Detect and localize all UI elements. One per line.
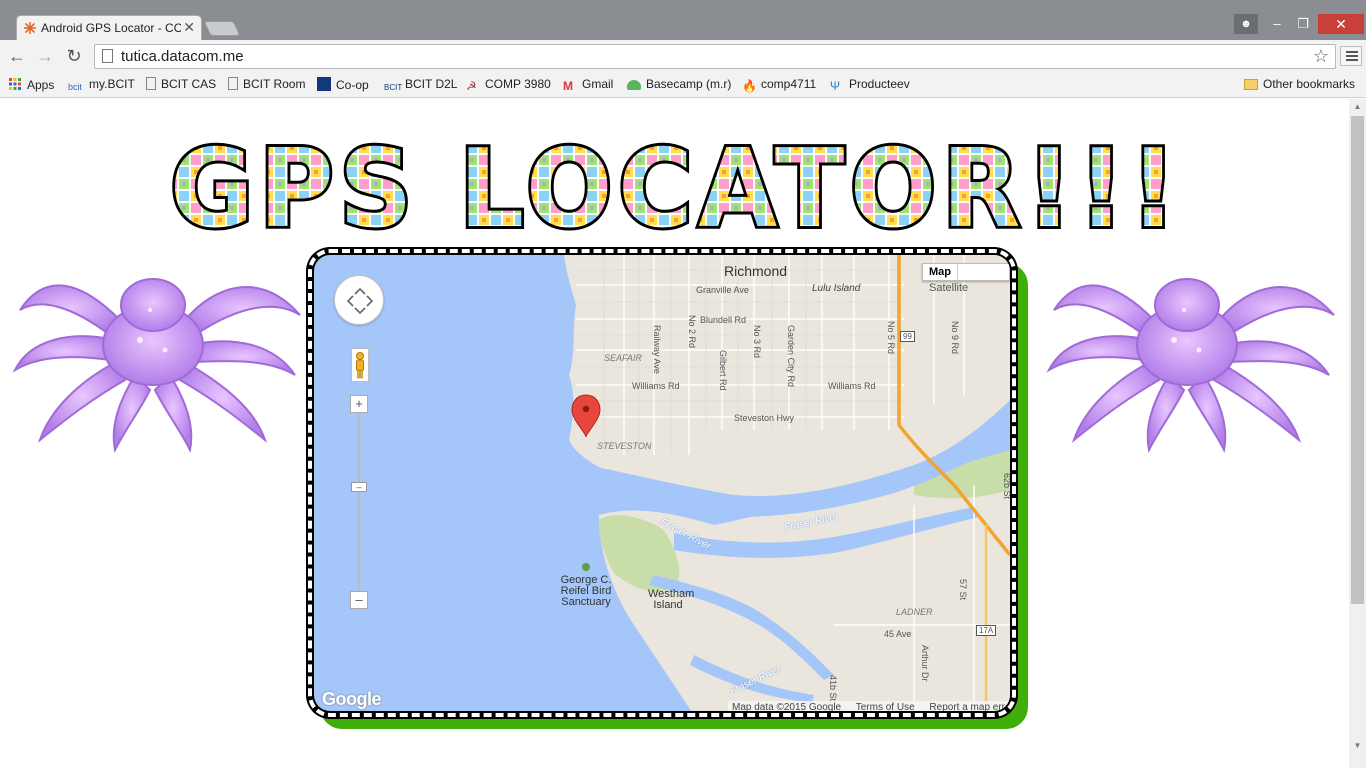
basecamp-icon [627,80,641,90]
gmail-icon: M [563,79,573,93]
map-attribution: Map data ©2015 Google Terms of Use Repor… [728,701,1010,711]
map-data-text: Map data ©2015 Google [732,702,842,711]
google-logo[interactable]: Google [322,689,382,710]
map-label: Blundell Rd [700,315,747,325]
map-type-map-button[interactable]: Map [923,264,958,280]
map-label: Lulu Island [812,283,861,294]
bookmark-star-icon[interactable]: ☆ [1313,46,1329,67]
purple-spider-left-image [10,250,306,456]
bookmark-basecamp[interactable]: Basecamp (m.r) [627,77,731,91]
bcit-icon: BCIT [384,83,403,92]
bookmarks-bar: Apps bcit my.BCIT BCIT CAS BCIT Room Co-o… [0,72,1366,98]
bookmark-other[interactable]: Other bookmarks [1244,77,1355,91]
map-label: Westham Island [648,588,695,611]
highway-99-shield-icon: 99 [900,331,915,342]
zoom-slider-track[interactable] [358,413,360,591]
map-label: Railway Ave [652,325,662,374]
map-frame: Richmond Lulu Island Granville Ave Blund… [308,249,1016,717]
pan-control[interactable] [334,275,384,325]
map-label: 57 St [958,579,968,601]
url-text[interactable]: tutica.datacom.me [121,48,244,65]
folder-icon [1244,79,1258,90]
user-profile-icon[interactable]: ☻ [1234,14,1258,34]
page-icon [102,49,113,63]
zoom-slider-handle[interactable]: – [351,482,367,492]
street-view-pegman-icon[interactable] [351,348,369,382]
zoom-out-button[interactable]: – [350,591,368,609]
map-label: Steveston Hwy [734,413,795,423]
hammer-sickle-icon: ☭ [466,79,477,93]
map-label: 45 Ave [884,629,912,639]
page-scrollbar[interactable]: ▲ ▼ [1349,99,1366,768]
page-title: GPS LOCATOR!!! [166,124,1186,255]
map-label: No 2 Rd [687,315,697,349]
bookmark-mybcit[interactable]: bcit my.BCIT [68,77,135,96]
map-label: 41b St [828,675,838,702]
tab-title: Android GPS Locator - CO [41,21,181,35]
scroll-down-arrow-icon[interactable]: ▼ [1349,738,1366,754]
bookmark-bcit-room[interactable]: BCIT Room [228,77,305,91]
back-arrow-icon[interactable]: ← [6,46,28,66]
map-label: Williams Rd [632,381,680,391]
google-map[interactable]: Richmond Lulu Island Granville Ave Blund… [314,255,1010,711]
pan-arrows-icon [346,287,374,315]
zoom-in-button[interactable]: + [350,395,368,413]
bcit-icon: bcit [68,82,83,92]
chrome-menu-icon[interactable] [1340,46,1362,66]
map-label: No 9 Rd [950,321,960,355]
map-label: LADNER [896,607,933,617]
scroll-up-arrow-icon[interactable]: ▲ [1349,99,1366,115]
bookmark-coop[interactable]: Co-op [317,77,369,92]
map-canvas[interactable] [314,255,1010,711]
map-label: Granville Ave [696,285,749,295]
address-bar[interactable]: tutica.datacom.me ☆ [94,44,1336,69]
scroll-thumb[interactable] [1351,116,1364,604]
flame-icon: 🔥 [742,79,757,93]
page-icon [146,77,156,90]
map-label: George C. Reifel Bird Sanctuary [560,574,612,608]
map-label: Williams Rd [828,381,876,391]
spider-icon [1046,278,1335,454]
tab-strip: Android GPS Locator - CO ✕ ☻ – ❐ ✕ [0,0,1366,40]
producteev-icon: Ψ [830,79,841,93]
map-type-satellite-button[interactable]: Satellite [923,280,974,296]
highway-17a-shield-icon: 17A [976,625,997,636]
tab-close-icon[interactable]: ✕ [183,19,195,36]
new-tab-button[interactable] [203,21,241,36]
bookmark-comp4711[interactable]: 🔥 comp4711 [742,77,816,93]
title-text: GPS LOCATOR!!! [170,142,1182,234]
browser-tab[interactable]: Android GPS Locator - CO ✕ [16,15,202,40]
page-icon [228,77,238,90]
sunburst-favicon-icon [24,22,36,34]
bookmark-gmail[interactable]: M Gmail [563,77,613,93]
map-label: No 5 Rd [886,321,896,355]
bookmark-bcit-cas[interactable]: BCIT CAS [146,77,216,91]
map-type-control: MapSatellite [922,263,1010,294]
spider-icon [12,278,301,454]
title-banner: GPS LOCATOR!!! [167,124,1182,255]
map-label: Arthur Dr [920,645,930,682]
map-label: Richmond [724,263,788,279]
apps-grid-icon [9,78,21,90]
window-close-icon[interactable]: ✕ [1318,14,1364,34]
restore-icon[interactable]: ❐ [1290,14,1316,34]
bookmark-producteev[interactable]: Ψ Producteev [830,77,910,93]
minimize-icon[interactable]: – [1264,14,1290,34]
map-label: STEVESTON [597,441,652,451]
bookmark-apps[interactable]: Apps [8,77,54,92]
bcit-logo-icon [317,77,331,91]
map-label: Garden City Rd [786,325,796,388]
map-label: Gilbert Rd [718,350,728,391]
map-label: No 3 Rd [752,325,762,359]
purple-spider-right-image [1044,250,1340,456]
forward-arrow-icon[interactable]: → [34,46,56,66]
map-label: 62b St [1002,473,1010,500]
reload-icon[interactable]: ↻ [63,46,85,66]
report-error-link[interactable]: Report a map error [929,702,1010,711]
bookmark-bcit-d2l[interactable]: BCIT BCIT D2L [384,77,457,97]
map-label: SEAFAIR [604,353,642,363]
browser-toolbar: ← → ↻ tutica.datacom.me ☆ [0,40,1366,72]
bookmark-comp3980[interactable]: ☭ COMP 3980 [466,77,551,93]
terms-of-use-link[interactable]: Terms of Use [856,702,915,711]
